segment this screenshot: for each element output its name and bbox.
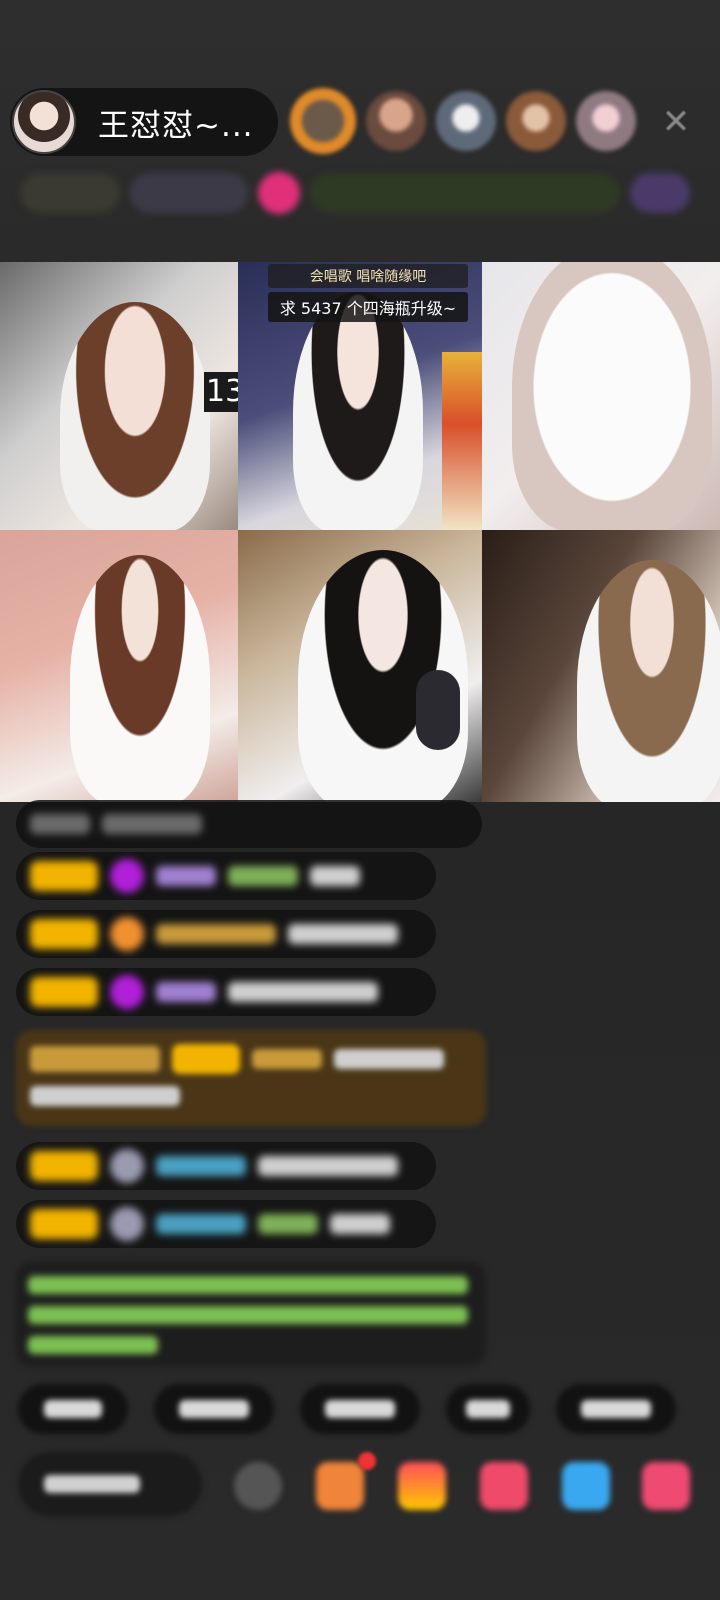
emoji-icon[interactable] (234, 1462, 282, 1510)
cell-badge: 13 (204, 372, 238, 412)
rank-badge[interactable] (258, 172, 300, 214)
chat-message (16, 852, 436, 900)
streamer-video (512, 262, 712, 530)
quick-reply-chip[interactable] (300, 1384, 420, 1434)
top-viewers (290, 88, 636, 154)
cell-banner: 会唱歌 唱啥随缘吧 求 5437 个四海瓶升级~ (268, 264, 468, 322)
host-name[interactable]: 王怼怼~... (98, 100, 254, 145)
video-cell-1[interactable]: 13 (0, 262, 238, 530)
streamer-video (293, 292, 423, 530)
quick-reply-chip[interactable] (556, 1384, 676, 1434)
gift-icon[interactable] (316, 1462, 364, 1510)
quick-reply-chip[interactable] (18, 1384, 128, 1434)
sticker-image (442, 352, 482, 530)
chat-message (16, 1142, 436, 1190)
quick-reply-chip[interactable] (154, 1384, 274, 1434)
chat-message (16, 968, 436, 1016)
video-grid: 13 会唱歌 唱啥随缘吧 求 5437 个四海瓶升级~ (0, 262, 720, 802)
bag-icon[interactable] (398, 1462, 446, 1510)
host-info[interactable]: 王怼怼~... (10, 88, 278, 156)
more-icon[interactable] (642, 1462, 690, 1510)
viewer-avatar[interactable] (576, 91, 636, 151)
viewer-avatar[interactable] (436, 91, 496, 151)
viewer-avatar[interactable] (506, 91, 566, 151)
banner-subtitle: 会唱歌 唱啥随缘吧 (268, 264, 468, 288)
video-cell-2[interactable]: 会唱歌 唱啥随缘吧 求 5437 个四海瓶升级~ (238, 262, 482, 530)
heart-icon[interactable] (480, 1462, 528, 1510)
game-icon[interactable] (562, 1462, 610, 1510)
quick-reply-chip[interactable] (446, 1384, 530, 1434)
streamer-video (60, 302, 210, 530)
chat-message (16, 1200, 436, 1248)
rank-row (20, 168, 690, 218)
video-cell-6[interactable] (482, 530, 720, 802)
highlight-message (16, 1030, 486, 1126)
bottom-toolbar (18, 1452, 718, 1520)
banner-title: 求 5437 个四海瓶升级~ (268, 292, 468, 322)
viewer-avatar[interactable] (366, 91, 426, 151)
live-room: 王怼怼~... ✕ 13 会唱歌 唱啥随缘吧 求 5437 个四海瓶升级~ (0, 0, 720, 1600)
microphone-image (416, 670, 460, 750)
notification-dot (358, 1452, 376, 1470)
viewer-avatar[interactable] (290, 88, 356, 154)
video-cell-4[interactable] (0, 530, 238, 802)
rank-banner[interactable] (310, 173, 620, 213)
streamer-video (577, 560, 720, 802)
host-avatar[interactable] (12, 90, 76, 154)
system-notice (16, 1262, 486, 1366)
system-nav-area (0, 1560, 720, 1600)
comment-input[interactable] (18, 1452, 202, 1516)
chat-message (16, 800, 482, 848)
rank-chip[interactable] (630, 173, 690, 213)
chat-message (16, 910, 436, 958)
video-cell-3[interactable] (482, 262, 720, 530)
rank-chip[interactable] (130, 173, 248, 213)
rank-chip[interactable] (20, 173, 120, 213)
close-icon[interactable]: ✕ (658, 104, 694, 140)
streamer-video (70, 555, 210, 802)
video-cell-5[interactable] (238, 530, 482, 802)
quick-reply-row (18, 1384, 676, 1434)
